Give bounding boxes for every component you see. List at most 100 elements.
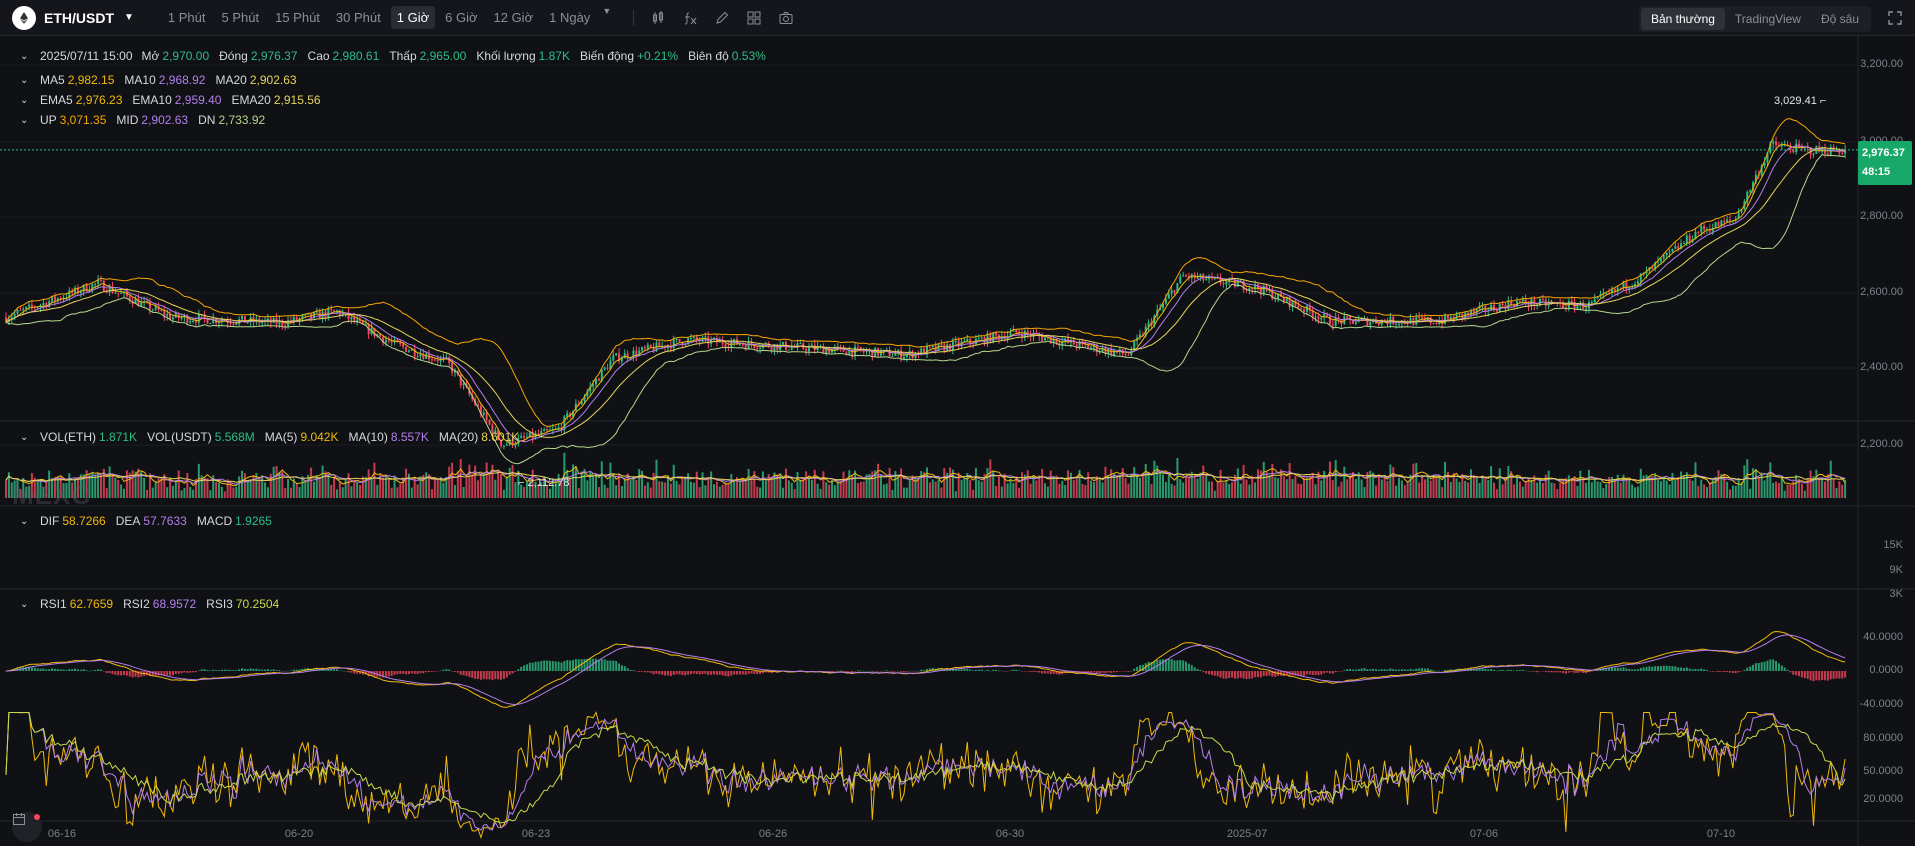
indicator-fx-icon[interactable] <box>674 6 706 30</box>
macd-histogram-bar <box>82 669 85 671</box>
interval-more-chevron-icon[interactable]: ▼ <box>602 6 611 29</box>
candle-body <box>1662 255 1665 259</box>
volume-bar <box>353 479 356 498</box>
macd-histogram-bar <box>384 671 387 677</box>
macd-histogram-bar <box>1351 669 1354 671</box>
volume-bar <box>969 479 972 498</box>
macd-histogram-bar <box>1760 662 1763 671</box>
camera-icon[interactable] <box>770 6 802 30</box>
interval-tab[interactable]: 15 Phút <box>269 6 326 29</box>
candle-body <box>114 292 117 294</box>
candle-body <box>1749 190 1752 192</box>
volume-bar <box>1346 479 1349 498</box>
symbol-selector[interactable]: ETH/USDT ▼ <box>12 5 134 30</box>
macd-histogram-bar <box>1691 669 1694 671</box>
interval-tab[interactable]: 1 Phút <box>162 6 212 29</box>
volume-bar <box>744 479 747 498</box>
chevron-down-icon[interactable]: ⌄ <box>20 75 34 86</box>
macd-histogram-bar <box>1444 669 1447 671</box>
candle-type-icon[interactable] <box>642 6 674 30</box>
layout-grid-icon[interactable] <box>738 6 770 30</box>
macd-histogram-bar <box>117 671 120 676</box>
volume-bar <box>1067 470 1070 498</box>
chevron-down-icon[interactable]: ⌄ <box>20 432 34 443</box>
macd-histogram-bar <box>1052 671 1055 674</box>
fullscreen-icon[interactable] <box>1885 8 1905 28</box>
macd-histogram-bar <box>672 671 675 675</box>
candle-body <box>1222 283 1225 285</box>
interval-tab[interactable]: 30 Phút <box>330 6 387 29</box>
interval-tab[interactable]: 1 Ngày <box>543 6 596 29</box>
volume-bar <box>1058 483 1061 498</box>
chevron-down-icon[interactable]: ⌄ <box>20 95 34 106</box>
macd-histogram-bar <box>1616 667 1619 671</box>
volume-bar <box>926 467 928 498</box>
volume-bar <box>1239 483 1242 498</box>
boll-dn-label: DN <box>198 113 216 127</box>
volume-bar <box>1374 485 1377 498</box>
candle-body <box>19 309 22 311</box>
volume-bar <box>1469 469 1472 498</box>
volume-bar <box>482 474 485 498</box>
draw-pencil-icon[interactable] <box>706 6 738 30</box>
volume-bar <box>261 475 264 498</box>
interval-tab[interactable]: 1 Giờ <box>390 6 436 29</box>
volume-bar <box>1147 472 1150 498</box>
volume-bar <box>275 465 278 498</box>
view-mode-tabs: Bản thường TradingView Độ sâu <box>1638 6 1871 32</box>
macd-histogram-bar <box>655 671 658 674</box>
candle-body <box>1590 301 1593 303</box>
dif-value: 58.7266 <box>62 514 106 528</box>
interval-tab[interactable]: 5 Phút <box>216 6 266 29</box>
volume-bar <box>479 475 482 498</box>
macd-histogram-bar <box>324 669 327 671</box>
macd-axis-label: 0.0000 <box>1869 664 1903 676</box>
view-tab[interactable]: Độ sâu <box>1811 8 1869 30</box>
macd-histogram-bar <box>721 671 724 676</box>
volume-bar <box>600 461 603 498</box>
volume-bar <box>215 482 218 498</box>
candle-body <box>1501 303 1504 305</box>
candle-body <box>1173 290 1176 293</box>
macd-histogram-bar <box>500 671 503 680</box>
chevron-down-icon[interactable]: ⌄ <box>20 516 34 527</box>
close-label: Đóng <box>219 49 248 63</box>
view-tab[interactable]: Bản thường <box>1640 8 1725 30</box>
ema5-value: 2,976.23 <box>75 93 123 107</box>
macd-histogram-bar <box>678 671 681 675</box>
vol-axis-label: 9K <box>1889 564 1903 576</box>
macd-histogram-bar <box>99 669 102 671</box>
macd-histogram-bar <box>1809 671 1812 681</box>
candle-body <box>543 429 546 432</box>
chart-area[interactable]: ⌄ 2025/07/11 15:00 Mở 2,970.00 Đóng 2,976.… <box>0 36 1915 846</box>
interval-tab[interactable]: 6 Giờ <box>439 6 483 29</box>
last-price-value: 2,976.37 <box>1862 147 1905 159</box>
macd-histogram-bar <box>174 671 177 674</box>
macd-histogram-bar <box>474 671 477 679</box>
chevron-down-icon[interactable]: ⌄ <box>20 115 34 126</box>
volume-bar <box>1032 476 1035 498</box>
interval-tab[interactable]: 12 Giờ <box>488 6 540 29</box>
vol-axis-label: 3K <box>1889 588 1903 600</box>
candle-body <box>1044 337 1047 341</box>
volume-bar <box>1383 475 1386 498</box>
mexc-watermark: MEXC <box>8 480 91 511</box>
macd-histogram-bar <box>517 669 520 671</box>
macd-histogram-bar <box>595 658 598 671</box>
volume-bar <box>856 483 859 498</box>
chevron-down-icon[interactable]: ⌄ <box>20 51 34 62</box>
volume-bar <box>1300 484 1303 498</box>
macd-histogram-bar <box>1311 671 1314 675</box>
chevron-down-icon[interactable]: ⌄ <box>20 599 34 610</box>
candle-body <box>120 292 123 294</box>
candle-body <box>1723 220 1726 222</box>
macd-histogram-bar <box>646 671 649 673</box>
macd-histogram-bar <box>453 671 456 672</box>
volume-bar <box>934 481 937 498</box>
view-tab[interactable]: TradingView <box>1725 8 1811 30</box>
macd-histogram-bar <box>523 665 526 671</box>
macd-histogram-bar <box>528 662 531 671</box>
macd-histogram-bar <box>1121 671 1124 672</box>
calendar-button[interactable] <box>12 812 42 842</box>
macd-histogram-bar <box>632 670 635 671</box>
